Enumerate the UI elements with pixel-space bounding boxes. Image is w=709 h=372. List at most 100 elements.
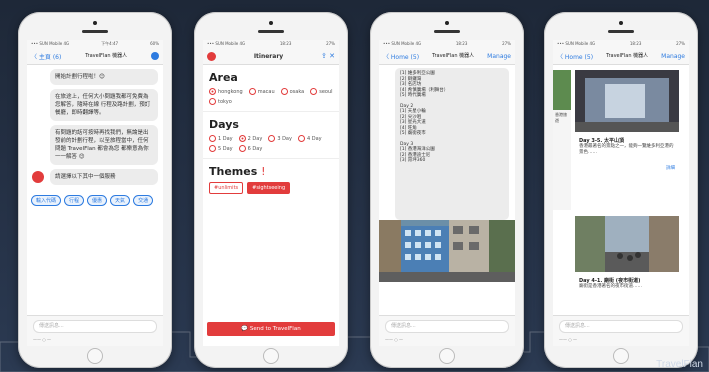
clock: 18:23 (629, 41, 642, 46)
back-button[interactable]: 〈 Home (5) (383, 52, 419, 61)
street-photo-image (379, 220, 515, 282)
speaker (434, 30, 460, 33)
day-option[interactable]: 5 Day (209, 145, 233, 152)
status-bar: ••• SUN Mobile 4G 18:23 27% (553, 40, 689, 48)
area-options: hongkong macau osaka seoul tokyo (203, 88, 339, 105)
app-logo-icon (207, 51, 216, 61)
day-option[interactable]: 3 Day (268, 135, 292, 142)
camera (93, 21, 97, 25)
chat-title: TravelFlan 機器人 (606, 53, 649, 59)
camera (619, 21, 623, 25)
home-button[interactable] (263, 348, 279, 364)
input-bar: 傳送訊息... —— ○ — (379, 315, 515, 346)
share-icon[interactable]: ⇪ (321, 52, 327, 60)
theme-tag[interactable]: #unlimits (209, 182, 244, 194)
area-option[interactable]: macau (248, 88, 275, 95)
day-option[interactable]: 6 Day (238, 145, 262, 152)
send-button[interactable]: 💬 Send to TravelFlan (207, 322, 335, 336)
brand-logo: TravelFlan (656, 359, 703, 370)
divider (203, 111, 339, 112)
chip-deals[interactable]: 優惠 (87, 195, 108, 206)
message-input[interactable]: 傳送訊息... (33, 320, 157, 333)
chat-message: 有問題的話可按時再找我們，無論是出發前的計劃行程，以至旅程當中，任何問題 Tra… (50, 125, 158, 165)
clock: 18:23 (455, 41, 468, 46)
divider (203, 158, 339, 159)
itinerary-bubble: [1] 維多利亞公園 [2] 銅鑼灣 [3] 名店坊 [4] 希慎廣場（利舞台）… (395, 68, 509, 220)
input-tools[interactable]: —— ○ — (27, 337, 163, 342)
battery: 27% (326, 41, 335, 46)
input-tools[interactable]: —— ○ — (553, 337, 689, 342)
card-text: 廟街是香港著名的夜市街道…… (579, 284, 642, 289)
area-option[interactable]: seoul (310, 88, 333, 95)
manage-button[interactable]: Manage (661, 53, 685, 60)
phone-chat: ••• SUN Mobile 4G 下午4:47 60% 〈 主頁 (6) Tr… (18, 12, 172, 368)
street-photo[interactable] (379, 220, 515, 282)
chat-message: 請選擇以下其中一個服務 (50, 169, 158, 185)
nav-bar: 〈 Home (5) TravelFlan 機器人 Manage (553, 48, 689, 65)
carrier: ••• SUN Mobile 4G (31, 41, 70, 46)
card-photo (575, 70, 679, 132)
chat-title: TravelFlan 機器人 (85, 53, 128, 59)
radio-icon (209, 145, 216, 152)
chat-area: 開始計劃行程啦！😊 在旅途上，任何大小問題我都可免費為您解答，隨時在線 行程及路… (27, 65, 163, 193)
result-screen: ••• SUN Mobile 4G 18:23 27% 〈 Home (5) T… (379, 40, 515, 346)
radio-icon (297, 135, 305, 142)
chat-message: 開始計劃行程啦！😊 (50, 69, 158, 85)
battery: 60% (150, 41, 159, 46)
radio-icon (310, 88, 318, 95)
chip-weather[interactable]: 天氣 (110, 195, 131, 206)
side-card-text: 香港旅遊 (555, 112, 567, 123)
chip-itinerary[interactable]: 行程 (64, 195, 85, 206)
chip-code[interactable]: 輸入代碼 (31, 195, 62, 206)
speaker (608, 30, 634, 33)
carrier: ••• SUN Mobile 4G (383, 41, 422, 46)
status-bar: ••• SUN Mobile 4G 18:23 27% (203, 40, 339, 48)
attraction-card[interactable]: Day 4-1. 廟街 (夜市街道) 廟街是香港著名的夜市街道…… (575, 216, 679, 306)
days-heading: Days (209, 118, 239, 131)
speaker (258, 30, 284, 33)
card-link[interactable]: 詳細 (579, 166, 675, 172)
camera (269, 21, 273, 25)
phone-cards: ••• SUN Mobile 4G 18:23 27% 〈 Home (5) T… (544, 12, 698, 368)
bot-avatar (32, 171, 44, 183)
input-bar: 傳送訊息... —— ○ — (553, 315, 689, 346)
nav-bar: 〈 Home (5) TravelFlan 機器人 Manage (379, 48, 515, 65)
message-input[interactable]: 傳送訊息... (385, 320, 509, 333)
phone-itinerary-result: ••• SUN Mobile 4G 18:23 27% 〈 Home (5) T… (370, 12, 524, 368)
day-option[interactable]: 2 Day (238, 135, 262, 142)
close-icon[interactable]: ✕ (329, 52, 335, 60)
day-option[interactable]: 1 Day (209, 135, 233, 142)
attraction-card[interactable]: Day 3-5. 太平山頂 香港最著名的景點之一，能夠一覽維多利亞港的景色…… … (575, 70, 679, 210)
side-card[interactable]: 香港旅遊 (553, 70, 571, 210)
area-option[interactable]: tokyo (209, 98, 232, 105)
manage-button[interactable]: Manage (487, 53, 511, 60)
camera (445, 21, 449, 25)
theme-tags: #unlimits #sightseeing (203, 182, 339, 194)
radio-icon (238, 145, 246, 152)
clock: 18:23 (279, 41, 292, 46)
radio-icon (209, 135, 216, 142)
themes-heading: Themes ! (209, 165, 266, 178)
area-option[interactable]: osaka (280, 88, 304, 95)
back-button[interactable]: 〈 主頁 (6) (31, 52, 61, 61)
home-button[interactable] (87, 348, 103, 364)
home-button[interactable] (613, 348, 629, 364)
card-text: 香港最著名的景點之一，能夠一覽維多利亞港的景色…… (579, 144, 674, 155)
theme-tag-selected[interactable]: #sightseeing (247, 182, 291, 194)
home-button[interactable] (439, 348, 455, 364)
phone-itinerary: ••• SUN Mobile 4G 18:23 27% Itinerary ⇪ … (194, 12, 348, 368)
radio-icon (209, 98, 216, 105)
radio-icon (280, 88, 288, 95)
input-tools[interactable]: —— ○ — (379, 337, 515, 342)
chip-transport[interactable]: 交通 (133, 195, 154, 206)
nav-bar: Itinerary ⇪ ✕ (203, 48, 339, 65)
settings-icon[interactable] (151, 52, 159, 60)
day-option[interactable]: 4 Day (297, 135, 322, 142)
carrier: ••• SUN Mobile 4G (557, 41, 596, 46)
radio-selected-icon (238, 135, 246, 142)
chat-message: 在旅途上，任何大小問題我都可免費為您解答，隨時在線 行程及路計劃，預訂餐廳，即時… (50, 89, 158, 121)
area-option[interactable]: hongkong (209, 88, 243, 95)
radio-icon (248, 88, 256, 95)
message-input[interactable]: 傳送訊息... (559, 320, 683, 333)
back-button[interactable]: 〈 Home (5) (557, 52, 593, 61)
